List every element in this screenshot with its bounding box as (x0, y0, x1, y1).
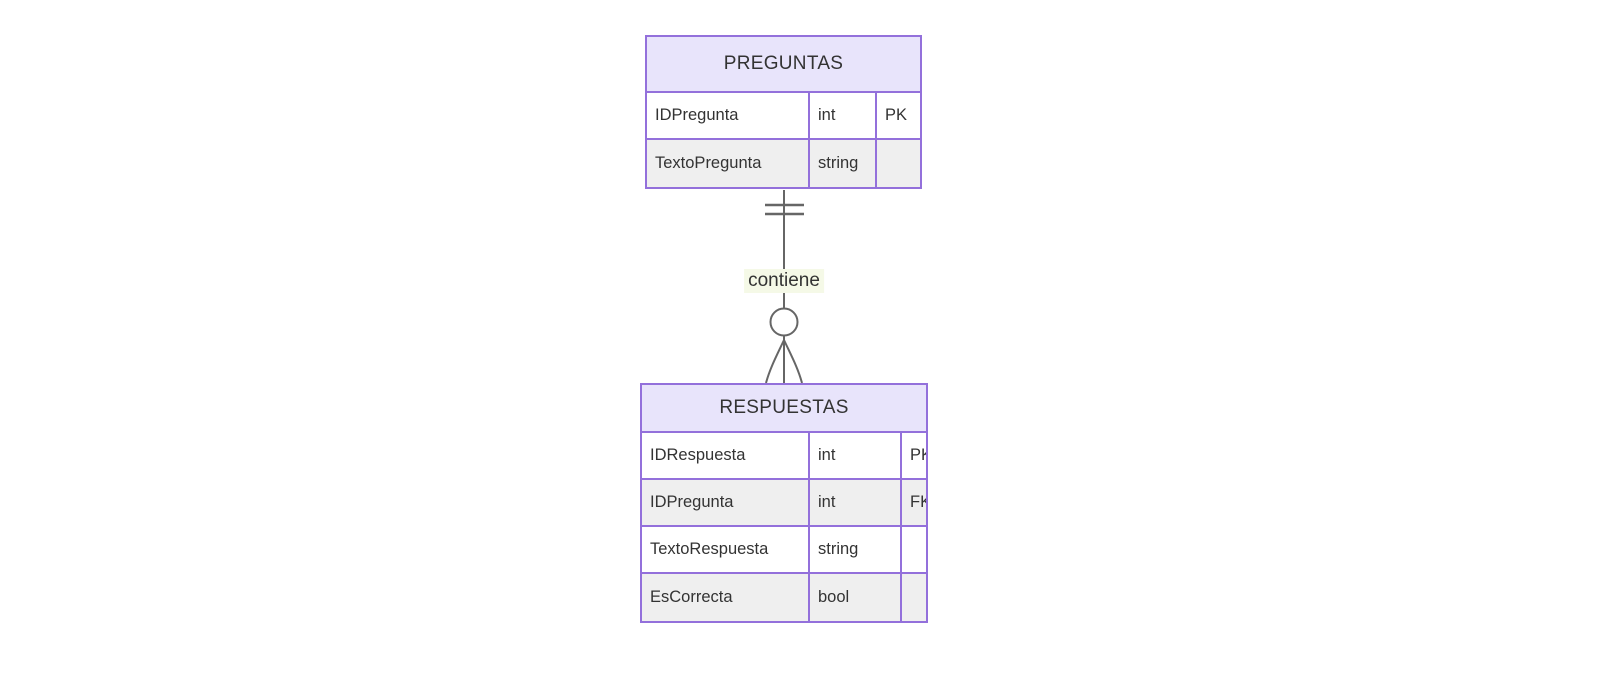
table-row[interactable]: TextoRespuesta string (642, 527, 926, 574)
table-row[interactable]: TextoPregunta string (647, 140, 920, 187)
cardinality-zero-circle (769, 307, 799, 337)
attribute-type: int (810, 480, 902, 525)
attribute-type: int (810, 433, 902, 478)
entity-respuestas-title: RESPUESTAS (642, 385, 926, 433)
attribute-name: IDPregunta (642, 480, 810, 525)
attribute-type: string (810, 140, 877, 187)
table-row[interactable]: IDPregunta int PK (647, 93, 920, 140)
attribute-key (902, 574, 926, 621)
attribute-name: TextoPregunta (647, 140, 810, 187)
table-row[interactable]: IDPregunta int FK (642, 480, 926, 527)
attribute-key (902, 527, 926, 572)
attribute-type: bool (810, 574, 902, 621)
entity-preguntas[interactable]: PREGUNTAS IDPregunta int PK TextoPregunt… (645, 35, 922, 189)
entity-preguntas-title: PREGUNTAS (647, 37, 920, 93)
entity-respuestas[interactable]: RESPUESTAS IDRespuesta int PK IDPregunta… (640, 383, 928, 623)
table-row[interactable]: IDRespuesta int PK (642, 433, 926, 480)
attribute-name: EsCorrecta (642, 574, 810, 621)
attribute-key: PK (910, 446, 926, 464)
attribute-name: TextoRespuesta (642, 527, 810, 572)
crows-foot-left-prong (765, 339, 785, 384)
er-diagram-canvas: contiene PREGUNTAS IDPregunta int PK Tex… (0, 0, 1600, 676)
attribute-type: int (810, 93, 877, 138)
attribute-key: FK (910, 493, 926, 511)
attribute-key (877, 140, 920, 187)
attribute-name: IDPregunta (647, 93, 810, 138)
relationship-label-contiene: contiene (744, 269, 824, 293)
attribute-name: IDRespuesta (642, 433, 810, 478)
crows-foot-right-prong (783, 339, 803, 384)
attribute-key: PK (885, 106, 908, 124)
attribute-type: string (810, 527, 902, 572)
table-row[interactable]: EsCorrecta bool (642, 574, 926, 621)
